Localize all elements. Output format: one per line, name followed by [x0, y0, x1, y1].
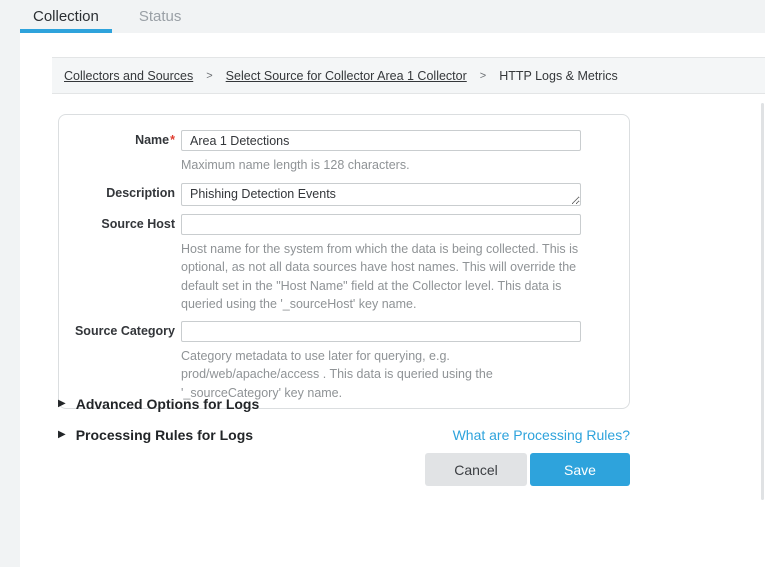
processing-rules-label: Processing Rules for Logs [76, 427, 253, 443]
name-field-row: Name* Maximum name length is 128 charact… [59, 130, 629, 183]
description-label: Description [59, 183, 181, 200]
form-actions: Cancel Save [58, 453, 630, 486]
processing-rules-toggle[interactable]: ▶ Processing Rules for Logs [58, 427, 253, 443]
source-host-helper-text: Host name for the system from which the … [181, 240, 583, 314]
breadcrumb-separator-icon: > [480, 70, 486, 82]
source-category-input[interactable] [181, 321, 581, 342]
tab-status-label: Status [139, 8, 182, 25]
what-are-processing-rules-link[interactable]: What are Processing Rules? [453, 427, 630, 443]
advanced-options-section: ▶ Advanced Options for Logs [58, 396, 630, 412]
name-input[interactable] [181, 130, 581, 151]
processing-rules-section: ▶ Processing Rules for Logs What are Pro… [58, 427, 630, 443]
cancel-button[interactable]: Cancel [425, 453, 527, 486]
tab-collection[interactable]: Collection [20, 0, 112, 33]
vertical-scrollbar[interactable] [761, 103, 764, 500]
required-asterisk: * [170, 133, 175, 147]
source-host-input[interactable] [181, 214, 581, 235]
breadcrumb-collectors-and-sources[interactable]: Collectors and Sources [64, 69, 193, 83]
source-host-label: Source Host [59, 214, 181, 231]
tab-bar: Collection Status [0, 0, 765, 33]
source-category-label: Source Category [59, 321, 181, 338]
source-config-card: Name* Maximum name length is 128 charact… [58, 114, 630, 409]
name-helper-text: Maximum name length is 128 characters. [181, 156, 583, 175]
collapsed-triangle-icon: ▶ [58, 430, 66, 440]
source-host-field-row: Source Host Host name for the system fro… [59, 214, 629, 321]
content-panel: Collectors and Sources > Select Source f… [20, 33, 765, 567]
breadcrumb-select-source[interactable]: Select Source for Collector Area 1 Colle… [226, 69, 467, 83]
collapsed-triangle-icon: ▶ [58, 399, 66, 409]
tab-status[interactable]: Status [126, 0, 195, 33]
advanced-options-label: Advanced Options for Logs [76, 396, 260, 412]
breadcrumb: Collectors and Sources > Select Source f… [52, 57, 765, 94]
breadcrumb-current-page: HTTP Logs & Metrics [499, 69, 618, 83]
description-field-row: Description Phishing Detection Events [59, 183, 629, 206]
save-button[interactable]: Save [530, 453, 630, 486]
advanced-options-toggle[interactable]: ▶ Advanced Options for Logs [58, 396, 259, 412]
app-window: Collection Status Collectors and Sources… [0, 0, 765, 567]
source-category-helper-text: Category metadata to use later for query… [181, 347, 583, 403]
breadcrumb-separator-icon: > [206, 70, 212, 82]
name-label-text: Name [135, 133, 169, 147]
description-textarea[interactable]: Phishing Detection Events [181, 183, 581, 206]
name-label: Name* [59, 130, 181, 147]
source-category-field-row: Source Category Category metadata to use… [59, 321, 629, 403]
tab-collection-label: Collection [33, 8, 99, 25]
